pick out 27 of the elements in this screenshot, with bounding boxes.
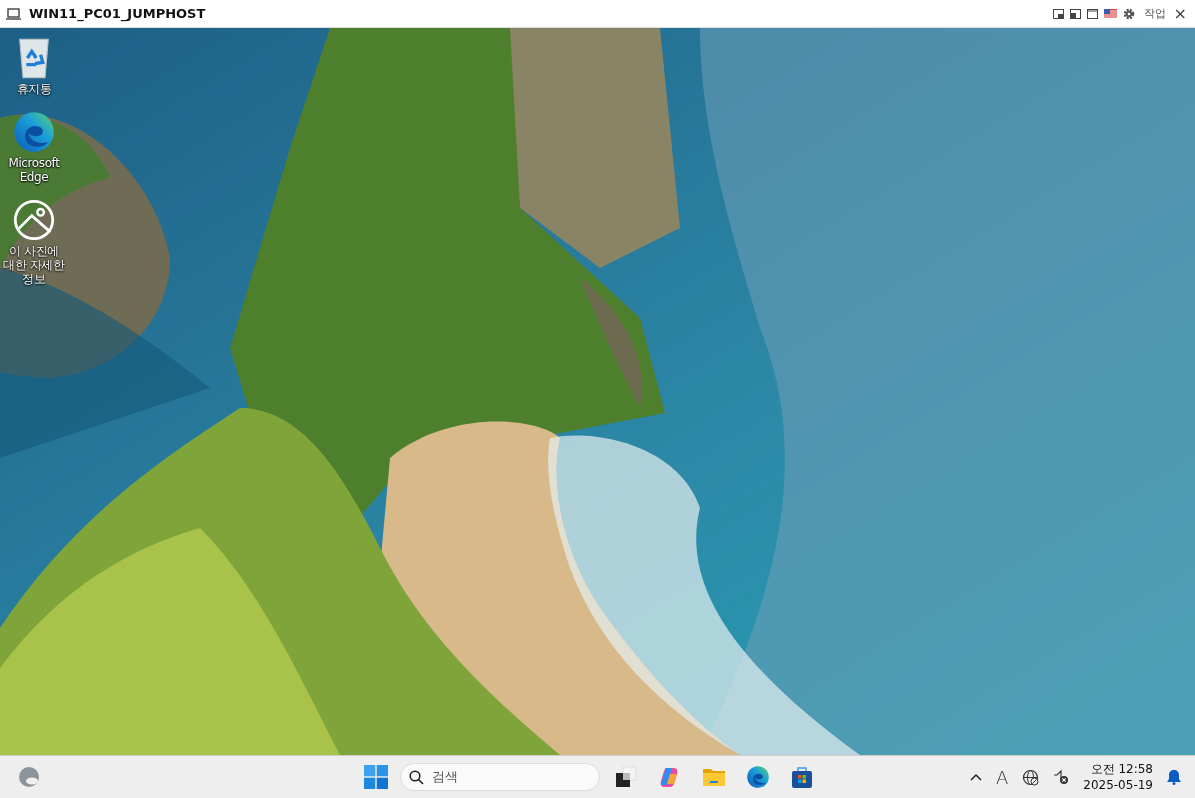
- window-title: WIN11_PC01_JUMPHOST: [29, 6, 206, 21]
- snap-icon[interactable]: [1052, 8, 1064, 19]
- flag-icon[interactable]: [1103, 9, 1117, 18]
- close-button[interactable]: ×: [1171, 4, 1189, 23]
- desktop-icon-label[interactable]: 휴지통: [1, 82, 67, 96]
- chevron-up-icon[interactable]: [969, 773, 982, 781]
- bell-icon[interactable]: [1167, 769, 1181, 785]
- task-view-icon[interactable]: [614, 765, 638, 789]
- search-icon: [409, 769, 424, 785]
- weather-icon[interactable]: [18, 766, 40, 788]
- search-field[interactable]: 검색: [400, 763, 600, 791]
- edge-icon: [12, 110, 56, 154]
- maximize-icon[interactable]: [1086, 8, 1098, 19]
- input-indicator[interactable]: A: [995, 766, 1009, 788]
- clock-date[interactable]: 2025-05-19: [1083, 777, 1153, 793]
- globe-icon[interactable]: [1022, 768, 1040, 786]
- snap-icon[interactable]: [1069, 8, 1081, 19]
- start-icon[interactable]: [364, 765, 388, 789]
- desktop-icon-label[interactable]: 이 사진에 대한 자세한 정보: [1, 244, 67, 286]
- task-menu-button[interactable]: 작업: [1143, 6, 1166, 21]
- store-icon[interactable]: [790, 765, 814, 789]
- desktop-icon-label[interactable]: Microsoft Edge: [1, 156, 67, 184]
- clock-time[interactable]: 오전 12:58: [1090, 761, 1153, 777]
- settings-icon[interactable]: [1122, 7, 1135, 20]
- computer-icon: [6, 7, 21, 20]
- landscape-photo-icon: [12, 198, 56, 242]
- edge-icon: [746, 765, 770, 789]
